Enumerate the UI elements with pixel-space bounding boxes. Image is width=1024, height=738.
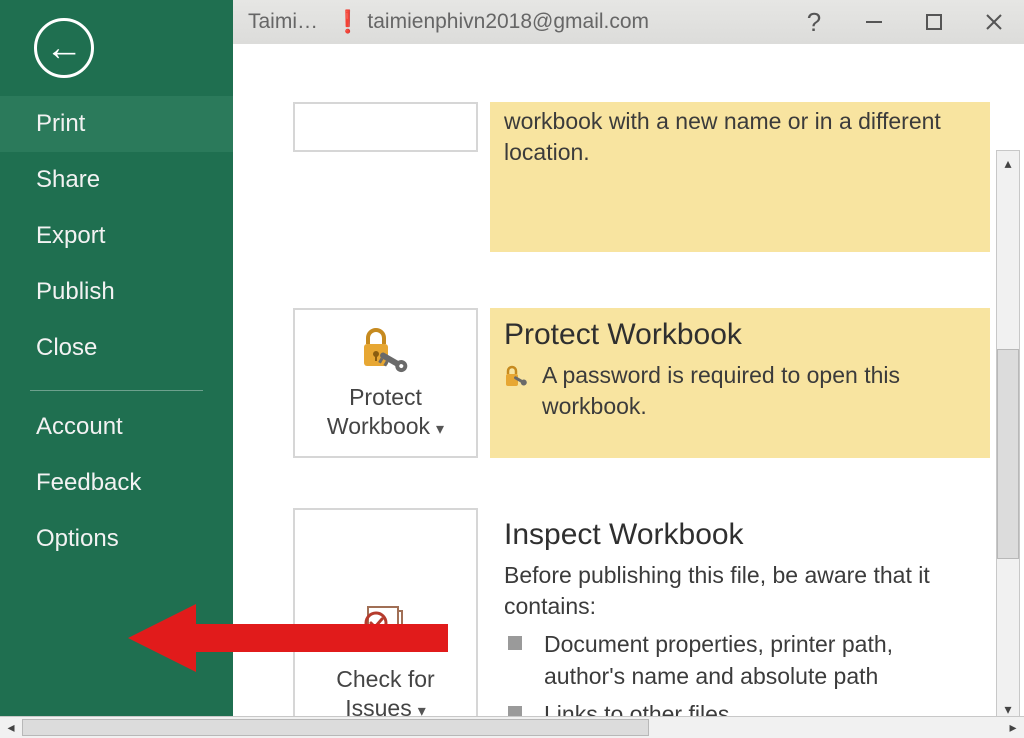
protect-body: A password is required to open this work… <box>542 360 974 422</box>
sidebar-item-print[interactable]: Print <box>0 96 233 152</box>
sidebar-item-label: Publish <box>36 278 115 305</box>
maximize-button[interactable] <box>904 0 964 44</box>
sidebar-item-feedback[interactable]: Feedback <box>0 455 233 511</box>
inspect-lead: Before publishing this file, be aware th… <box>504 560 974 622</box>
lock-key-icon <box>356 325 416 373</box>
warning-icon: ❗ <box>334 9 361 35</box>
sidebar-item-label: Print <box>36 110 85 137</box>
document-title: Taimi… <box>248 10 318 34</box>
inspect-heading: Inspect Workbook <box>504 518 974 552</box>
help-button[interactable]: ? <box>784 0 844 44</box>
backstage-content: workbook with a new name or in a differe… <box>233 44 1024 738</box>
back-button[interactable] <box>34 18 94 78</box>
minimize-icon <box>863 11 885 33</box>
sidebar-item-label: Export <box>36 222 105 249</box>
hscroll-thumb[interactable] <box>22 719 649 736</box>
scroll-thumb[interactable] <box>997 349 1019 559</box>
inspect-tile-label-1: Check for <box>336 666 434 692</box>
account-email[interactable]: taimienphivn2018@gmail.com <box>367 10 649 34</box>
minimize-button[interactable] <box>844 0 904 44</box>
window-horizontal-scrollbar[interactable]: ◂ ▸ <box>0 716 1024 738</box>
saveas-tile-partial[interactable] <box>293 102 478 152</box>
scroll-right-button[interactable]: ▸ <box>1002 717 1024 738</box>
scroll-up-button[interactable]: ▴ <box>997 151 1019 175</box>
checklist-icon <box>356 607 416 655</box>
dropdown-caret-icon: ▾ <box>436 421 444 438</box>
protect-workbook-card: Protect Workbook ▾ Protect Workbook <box>293 308 990 458</box>
sidebar-item-label: Account <box>36 413 123 440</box>
inspect-workbook-card: Check for Issues▾ Inspect Workbook Befor… <box>293 508 990 738</box>
content-vertical-scrollbar[interactable]: ▴ ▾ <box>996 150 1020 722</box>
protect-workbook-tile[interactable]: Protect Workbook ▾ <box>293 308 478 458</box>
sidebar-divider <box>30 390 203 391</box>
close-button[interactable] <box>964 0 1024 44</box>
sidebar-item-publish[interactable]: Publish <box>0 264 233 320</box>
protect-heading: Protect Workbook <box>504 318 974 352</box>
inspect-bullet: Document properties, printer path, autho… <box>504 628 974 692</box>
sidebar-item-export[interactable]: Export <box>0 208 233 264</box>
sidebar-item-label: Share <box>36 166 100 193</box>
scroll-track[interactable] <box>997 175 1019 697</box>
saveas-description-partial: workbook with a new name or in a differe… <box>504 106 974 168</box>
sidebar-item-label: Feedback <box>36 469 141 496</box>
maximize-icon <box>924 12 944 32</box>
close-icon <box>983 11 1005 33</box>
sidebar-item-share[interactable]: Share <box>0 152 233 208</box>
sidebar-item-label: Close <box>36 334 97 361</box>
sidebar-item-close[interactable]: Close <box>0 320 233 376</box>
check-for-issues-tile[interactable]: Check for Issues▾ <box>293 508 478 738</box>
scroll-left-button[interactable]: ◂ <box>0 717 22 738</box>
hscroll-track[interactable] <box>22 717 1002 738</box>
sidebar-item-options[interactable]: Options <box>0 511 233 567</box>
protect-tile-label-2: Workbook <box>327 413 430 439</box>
sidebar-item-label: Options <box>36 525 119 552</box>
lock-key-small-icon <box>504 364 530 388</box>
saveas-card-partial: workbook with a new name or in a differe… <box>293 102 990 252</box>
backstage-sidebar: Print Share Export Publish Close Account… <box>0 0 233 738</box>
protect-tile-label-1: Protect <box>349 384 422 410</box>
sidebar-item-account[interactable]: Account <box>0 399 233 455</box>
